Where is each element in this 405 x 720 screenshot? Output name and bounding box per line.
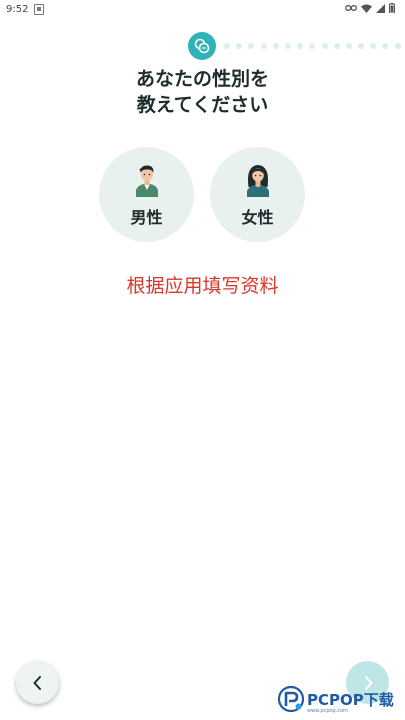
wifi-icon <box>361 4 372 13</box>
pcpop-logo-icon <box>278 686 304 712</box>
coins-icon <box>194 38 210 54</box>
watermark-url: www.pcpop.com <box>307 708 348 714</box>
option-female-button[interactable]: 女性 <box>210 147 305 242</box>
status-time: 9:52 <box>6 3 29 15</box>
progress-dot <box>272 43 279 49</box>
status-icons <box>345 3 395 13</box>
status-bar: 9:52 <box>0 0 405 18</box>
progress-dot <box>333 43 340 49</box>
question-line-2: 教えてください <box>136 94 269 116</box>
back-button[interactable] <box>16 661 59 704</box>
option-male-button[interactable]: 男性 <box>99 147 194 242</box>
female-avatar-icon <box>247 165 269 197</box>
screen: 9:52 あなたの性別を 教えてください 男性 女性 根据应用填写资料 PCPO… <box>0 0 405 720</box>
watermark: PCPOP下载 www.pcpop.com <box>278 683 394 715</box>
option-female-label: 女性 <box>241 210 274 227</box>
progress-dot <box>382 43 389 49</box>
progress-dot <box>309 43 316 49</box>
progress-dot <box>345 43 352 49</box>
progress-current-step <box>188 32 216 60</box>
chevron-left-icon <box>33 675 41 690</box>
battery-icon <box>389 3 395 13</box>
question-title: あなたの性別を 教えてください <box>0 66 405 118</box>
progress-dot <box>224 43 230 49</box>
option-male-label: 男性 <box>130 210 163 227</box>
progress-dot <box>297 43 304 49</box>
progress-dot <box>284 43 291 49</box>
link-icon <box>345 5 357 11</box>
notification-icon <box>34 3 45 15</box>
progress-dot <box>236 43 243 49</box>
progress-dots <box>224 43 401 49</box>
annotation-text: 根据应用填写资料 <box>126 275 279 297</box>
progress-dot <box>248 43 255 49</box>
watermark-brand: PCPOP下载 <box>307 690 394 709</box>
question-line-1: あなたの性別を <box>135 68 269 90</box>
progress-dot <box>260 43 267 49</box>
progress-dot <box>394 43 401 49</box>
signal-icon <box>376 3 385 13</box>
progress-dot <box>358 43 365 49</box>
male-avatar-icon <box>136 165 158 197</box>
progress-dot <box>370 43 377 49</box>
progress-dot <box>321 43 328 49</box>
